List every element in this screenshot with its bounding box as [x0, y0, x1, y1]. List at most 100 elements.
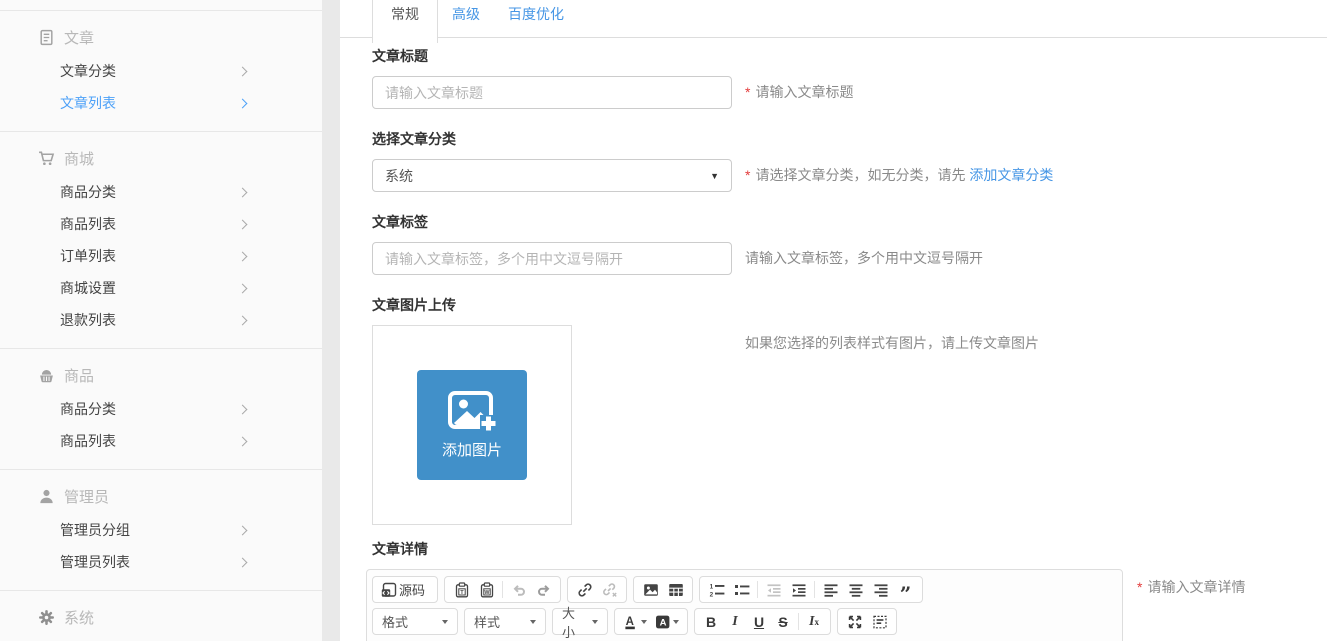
source-button[interactable]: 源码	[377, 578, 433, 601]
redo-button[interactable]	[531, 578, 556, 601]
sidebar-item-label: 管理员列表	[60, 552, 130, 572]
paste-word-icon: W	[479, 582, 495, 598]
show-blocks-icon	[872, 614, 888, 630]
align-center-button[interactable]	[843, 578, 868, 601]
sidebar-item-label: 退款列表	[60, 310, 116, 330]
align-center-icon	[848, 582, 864, 598]
redo-icon	[536, 582, 552, 598]
add-image-button[interactable]: 添加图片	[417, 370, 527, 480]
document-icon	[38, 29, 55, 46]
strikethrough-button[interactable]: S	[771, 610, 795, 633]
ordered-list-button[interactable]: 1 2	[704, 578, 729, 601]
paste-text-icon: T	[454, 582, 470, 598]
ordered-list-icon: 1 2	[709, 582, 725, 598]
indent-button[interactable]	[786, 578, 811, 601]
form: 文章标题 *请输入文章标题 选择文章分类 系统 ▼ *请选	[340, 46, 1327, 641]
chevron-right-icon	[238, 404, 248, 414]
sidebar-section-header: 商城	[0, 140, 322, 176]
sidebar-item[interactable]: 商品列表	[0, 425, 322, 457]
field-article-image: 文章图片上传 添加图片	[372, 295, 1295, 525]
sidebar-item[interactable]: 管理员列表	[0, 546, 322, 578]
article-title-hint: *请输入文章标题	[745, 76, 853, 109]
tab-general[interactable]: 常规	[372, 0, 438, 43]
article-title-input[interactable]	[372, 76, 732, 109]
svg-text:2: 2	[709, 591, 713, 598]
show-blocks-button[interactable]	[867, 610, 892, 633]
bold-button[interactable]: B	[699, 610, 723, 633]
italic-button[interactable]: I	[723, 610, 747, 633]
chevron-right-icon	[238, 525, 248, 535]
unlink-button[interactable]	[597, 578, 622, 601]
sidebar-item[interactable]: 商城设置	[0, 272, 322, 304]
sidebar-section: 商品商品分类商品列表	[0, 348, 322, 469]
sidebar-section-title: 商城	[64, 148, 94, 169]
article-category-select[interactable]: 系统 ▼	[372, 159, 732, 192]
undo-icon	[511, 582, 527, 598]
sidebar-sections: 文章文章分类文章列表商城商品分类商品列表订单列表商城设置退款列表商品商品分类商品…	[0, 10, 322, 641]
svg-text:W: W	[484, 589, 489, 595]
select-caret-icon: ▼	[710, 171, 719, 181]
paste-text-button[interactable]: T	[449, 578, 474, 601]
maximize-button[interactable]	[842, 610, 867, 633]
link-button[interactable]	[572, 578, 597, 601]
size-dropdown[interactable]: 大小	[552, 608, 608, 635]
field-article-tags: 文章标签 请输入文章标签，多个用中文逗号隔开	[372, 212, 1295, 275]
sidebar-section: 文章文章分类文章列表	[0, 10, 322, 131]
styles-dropdown[interactable]: 样式	[464, 608, 546, 635]
rich-text-editor: 源码 T	[366, 569, 1123, 641]
align-left-button[interactable]	[818, 578, 843, 601]
caret-down-icon	[592, 620, 598, 624]
editor-toolbar-row-1: 源码 T	[372, 576, 1117, 603]
undo-button[interactable]	[506, 578, 531, 601]
remove-format-button[interactable]: Ix	[802, 610, 826, 633]
article-tags-input[interactable]	[372, 242, 732, 275]
paste-word-button[interactable]: W	[474, 578, 499, 601]
selected-category-value: 系统	[385, 166, 413, 186]
tab-baidu-seo[interactable]: 百度优化	[494, 0, 578, 43]
sidebar-item[interactable]: 文章列表	[0, 87, 322, 119]
tab-advanced[interactable]: 高级	[438, 0, 494, 43]
maximize-icon	[847, 614, 863, 630]
chevron-right-icon	[238, 187, 248, 197]
article-category-hint: *请选择文章分类，如无分类，请先 添加文章分类	[745, 159, 1053, 192]
sidebar-item[interactable]: 管理员分组	[0, 514, 322, 546]
sidebar-item[interactable]: 商品列表	[0, 208, 322, 240]
sidebar-section: 系统基本信息	[0, 590, 322, 641]
outdent-icon	[766, 582, 782, 598]
sidebar-item[interactable]: 文章分类	[0, 55, 322, 87]
sidebar-item-label: 商品分类	[60, 399, 116, 419]
sidebar-item-label: 商品列表	[60, 431, 116, 451]
background-color-button[interactable]: A	[651, 610, 683, 633]
field-article-category: 选择文章分类 系统 ▼ *请选择文章分类，如无分类，请先 添加文章分类	[372, 129, 1295, 192]
field-article-title: 文章标题 *请输入文章标题	[372, 46, 1295, 109]
blockquote-icon: ”	[900, 581, 912, 599]
align-right-icon	[873, 582, 889, 598]
sidebar-item-label: 文章列表	[60, 93, 116, 113]
tabbar: 常规 高级 百度优化	[340, 0, 1327, 38]
link-icon	[577, 582, 593, 598]
underline-button[interactable]: U	[747, 610, 771, 633]
blockquote-button[interactable]: ”	[893, 578, 918, 601]
sidebar-item[interactable]: 基本信息	[0, 635, 322, 641]
add-image-button-label: 添加图片	[442, 439, 502, 460]
sidebar-item[interactable]: 商品分类	[0, 176, 322, 208]
text-color-button[interactable]: A	[619, 610, 651, 633]
sidebar-item[interactable]: 退款列表	[0, 304, 322, 336]
caret-down-icon	[442, 620, 448, 624]
align-right-button[interactable]	[868, 578, 893, 601]
sidebar-item[interactable]: 商品分类	[0, 393, 322, 425]
outdent-button[interactable]	[761, 578, 786, 601]
format-dropdown[interactable]: 格式	[372, 608, 458, 635]
chevron-right-icon	[238, 219, 248, 229]
image-upload-box: 添加图片	[372, 325, 572, 525]
unordered-list-button[interactable]	[729, 578, 754, 601]
article-image-label: 文章图片上传	[372, 295, 1295, 315]
insert-table-button[interactable]	[663, 578, 688, 601]
insert-image-button[interactable]	[638, 578, 663, 601]
user-icon	[38, 488, 55, 505]
background-color-icon: A	[655, 614, 671, 630]
add-category-link[interactable]: 添加文章分类	[969, 167, 1053, 183]
required-asterisk: *	[745, 84, 750, 100]
svg-text:A: A	[626, 616, 634, 628]
sidebar-item[interactable]: 订单列表	[0, 240, 322, 272]
